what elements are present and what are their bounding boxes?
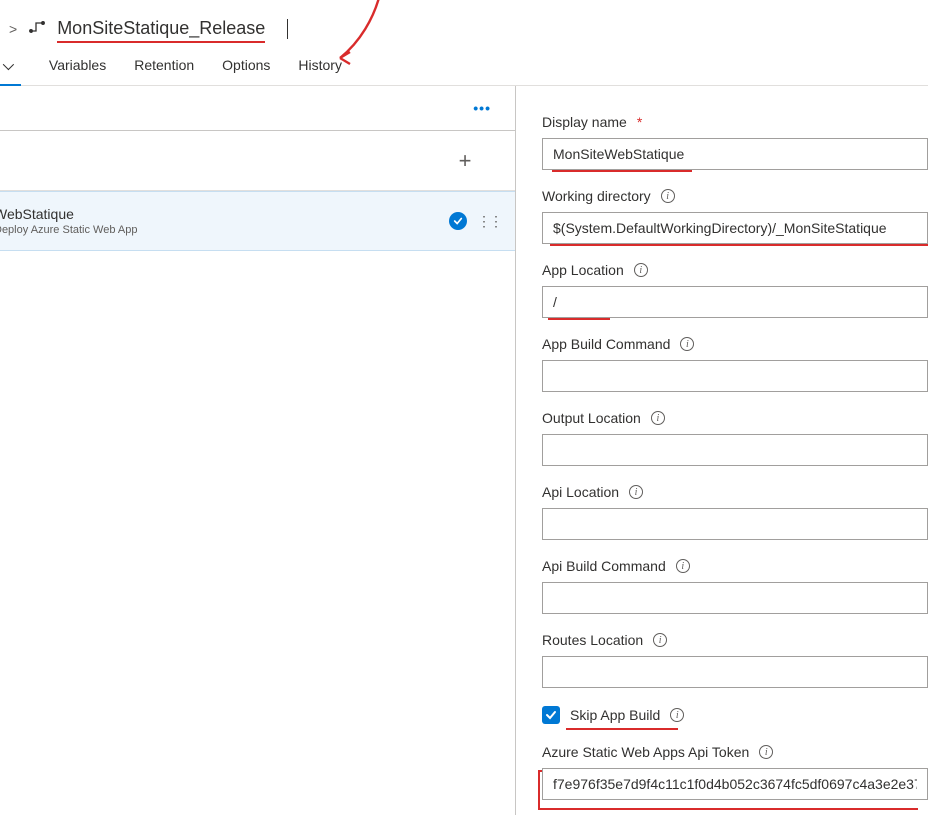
pipeline-icon — [29, 19, 45, 38]
api-token-label: Azure Static Web Apps Api Token — [542, 744, 749, 760]
info-icon[interactable]: i — [676, 559, 690, 573]
tabs: s Variables Retention Options History — [0, 57, 928, 86]
tab-tasks[interactable]: s — [0, 57, 21, 85]
app-build-cmd-input[interactable] — [542, 360, 928, 392]
display-name-input[interactable] — [542, 138, 928, 170]
annotation-underline — [550, 244, 928, 246]
working-dir-label: Working directory — [542, 188, 651, 204]
tab-options[interactable]: Options — [222, 57, 270, 85]
chevron-down-icon — [3, 59, 14, 70]
skip-app-build-label: Skip App Build — [570, 707, 660, 723]
app-build-cmd-label: App Build Command — [542, 336, 670, 352]
add-task-icon[interactable]: + — [457, 153, 473, 169]
app-location-input[interactable] — [542, 286, 928, 318]
info-icon[interactable]: i — [680, 337, 694, 351]
info-icon[interactable]: i — [661, 189, 675, 203]
tab-history[interactable]: History — [298, 57, 342, 85]
tab-variables[interactable]: Variables — [49, 57, 106, 85]
api-build-cmd-input[interactable] — [542, 582, 928, 614]
routes-location-input[interactable] — [542, 656, 928, 688]
tab-retention[interactable]: Retention — [134, 57, 194, 85]
info-icon[interactable]: i — [634, 263, 648, 277]
app-location-label: App Location — [542, 262, 624, 278]
skip-app-build-checkbox[interactable] — [542, 706, 560, 724]
info-icon[interactable]: i — [651, 411, 665, 425]
display-name-label: Display name — [542, 114, 627, 130]
routes-location-label: Routes Location — [542, 632, 643, 648]
annotation-underline — [566, 728, 678, 730]
info-icon[interactable]: i — [629, 485, 643, 499]
info-icon[interactable]: i — [653, 633, 667, 647]
task-subtitle: Deploy Azure Static Web App — [0, 224, 449, 236]
annotation-underline — [548, 318, 610, 320]
title-cursor — [287, 19, 288, 39]
add-task-row: + — [0, 131, 515, 191]
api-location-label: Api Location — [542, 484, 619, 500]
task-title: WebStatique — [0, 206, 449, 222]
working-dir-input[interactable] — [542, 212, 928, 244]
tasks-pane: ••• + WebStatique Deploy Azure Static We… — [0, 86, 516, 815]
task-settings-form: Display name * Working directory i App L… — [516, 86, 928, 815]
api-location-input[interactable] — [542, 508, 928, 540]
breadcrumb: s > MonSiteStatique_Release — [0, 0, 928, 57]
api-build-cmd-label: Api Build Command — [542, 558, 666, 574]
breadcrumb-separator-icon: > — [9, 21, 17, 37]
drag-handle-icon[interactable]: ⋮⋮ — [477, 213, 501, 230]
output-location-label: Output Location — [542, 410, 641, 426]
output-location-input[interactable] — [542, 434, 928, 466]
annotation-underline — [552, 170, 692, 172]
info-icon[interactable]: i — [759, 745, 773, 759]
more-menu-icon[interactable]: ••• — [473, 100, 491, 116]
api-token-input[interactable] — [542, 768, 928, 800]
page-title: MonSiteStatique_Release — [57, 18, 265, 39]
info-icon[interactable]: i — [670, 708, 684, 722]
task-enabled-icon — [449, 212, 467, 230]
task-row-selected[interactable]: WebStatique Deploy Azure Static Web App … — [0, 191, 515, 251]
required-marker: * — [637, 114, 642, 130]
